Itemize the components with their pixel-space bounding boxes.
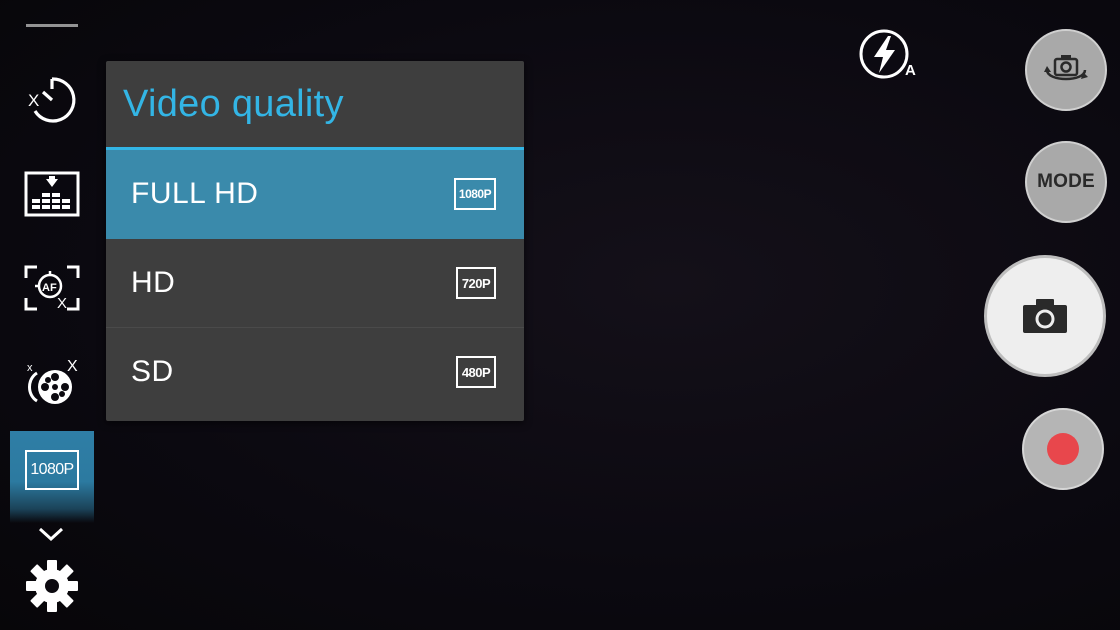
switch-camera-button[interactable] xyxy=(1025,29,1107,111)
mode-label: MODE xyxy=(1037,171,1095,192)
svg-text:X: X xyxy=(67,358,78,375)
svg-text:X: X xyxy=(28,91,39,110)
svg-text:x: x xyxy=(27,362,33,374)
option-hd[interactable]: HD 720P xyxy=(106,239,524,328)
resolution-480p-badge-icon: 480P xyxy=(456,356,496,388)
option-label: HD xyxy=(131,266,176,299)
video-quality-button[interactable]: 1080P xyxy=(10,431,94,523)
timer-button[interactable]: X xyxy=(10,62,94,138)
camera-icon xyxy=(1023,299,1067,333)
left-settings-bar: X AF X x X 1080P xyxy=(0,0,104,630)
dialog-title: Video quality xyxy=(123,83,344,125)
film-reel-off-icon: x X xyxy=(27,358,78,404)
metering-button[interactable] xyxy=(10,156,94,232)
switch-camera-icon xyxy=(1044,55,1088,81)
partial-top-icon xyxy=(26,12,78,27)
record-button[interactable] xyxy=(1022,408,1104,490)
resolution-720p-badge-icon: 720P xyxy=(456,267,496,299)
autofocus-button[interactable]: AF X xyxy=(10,250,94,326)
af-off-icon: AF X xyxy=(24,265,80,312)
resolution-1080p-badge-icon: 1080P xyxy=(454,178,496,210)
option-label: SD xyxy=(131,355,174,388)
option-label: FULL HD xyxy=(131,177,259,210)
settings-button[interactable] xyxy=(10,548,94,624)
video-effect-button[interactable]: x X xyxy=(10,344,94,420)
option-sd[interactable]: SD 480P xyxy=(106,328,524,416)
video-quality-dialog: Video quality FULL HD 1080P HD 720P SD 4… xyxy=(106,61,524,421)
option-full-hd[interactable]: FULL HD 1080P xyxy=(106,150,524,239)
resolution-1080p-icon: 1080P xyxy=(25,450,79,490)
svg-text:AF: AF xyxy=(42,282,57,294)
chevron-down-icon[interactable] xyxy=(38,524,64,544)
shutter-button[interactable] xyxy=(984,255,1106,377)
timer-off-icon: X xyxy=(28,77,76,123)
video-quality-badge-label: 1080P xyxy=(30,461,74,478)
flash-mode-label: A xyxy=(905,62,916,79)
record-icon xyxy=(1047,433,1079,465)
mode-button[interactable]: MODE xyxy=(1025,141,1107,223)
gear-icon xyxy=(26,560,78,612)
flash-auto-icon xyxy=(859,29,909,79)
svg-text:X: X xyxy=(57,295,67,312)
metering-icon xyxy=(24,171,80,217)
